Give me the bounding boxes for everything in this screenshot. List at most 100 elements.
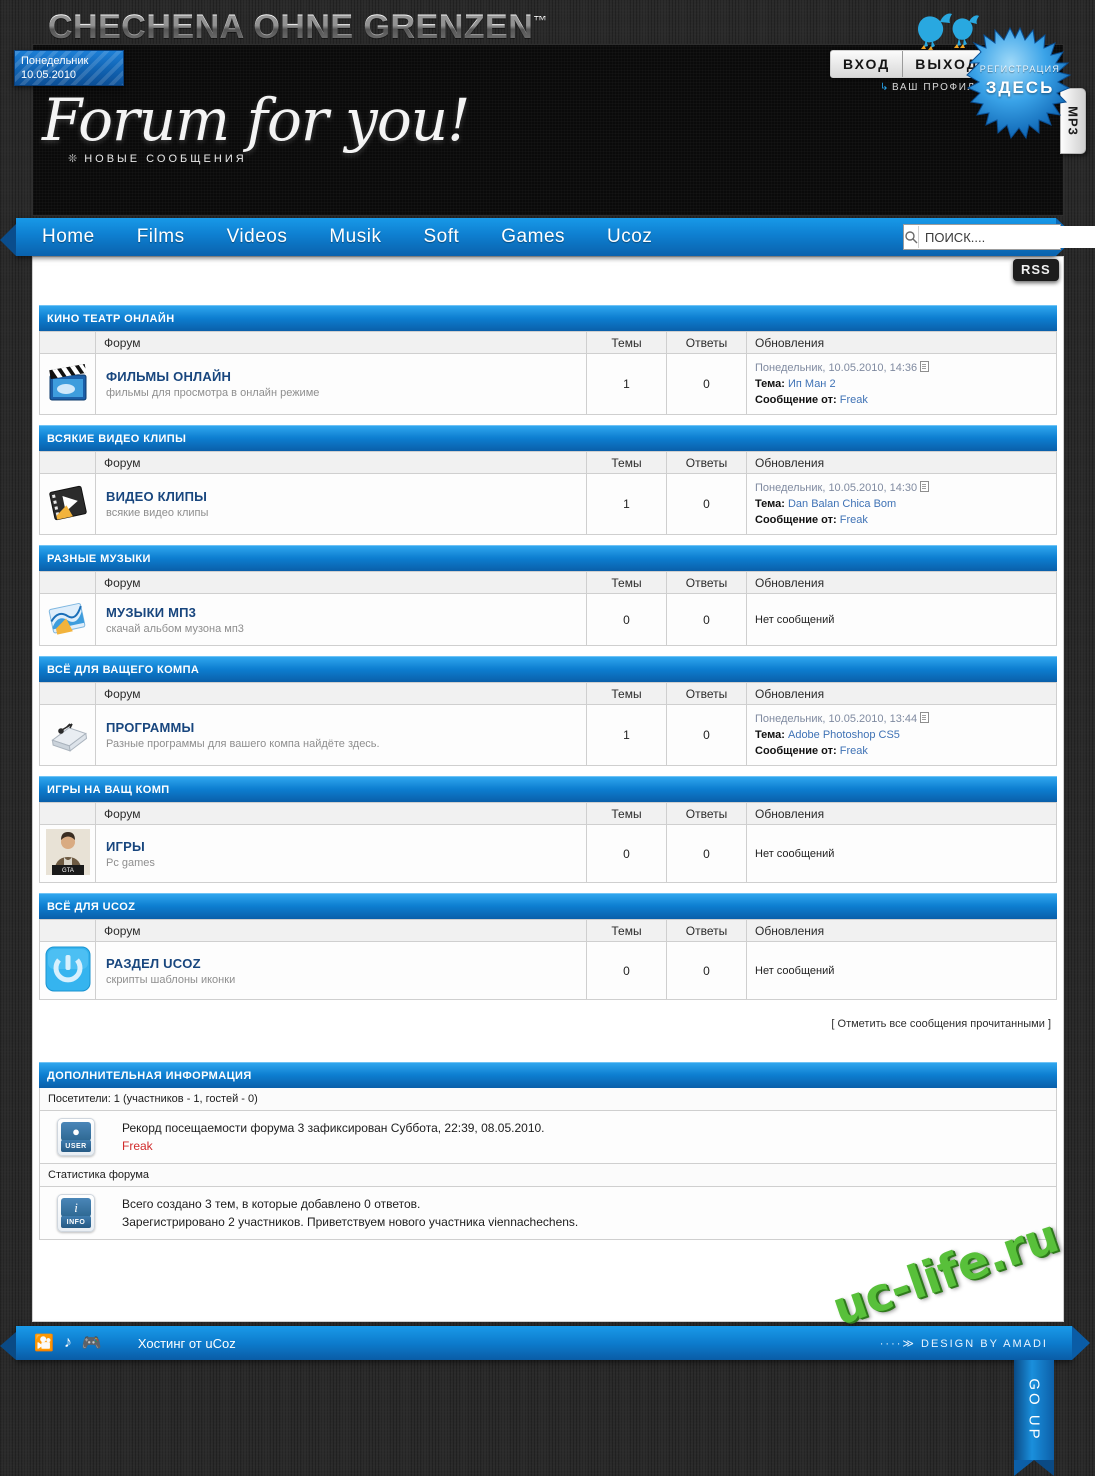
forum-title-link[interactable]: ВИДЕО КЛИПЫ [106, 489, 207, 504]
forum-title-link[interactable]: МУЗЫКИ МП3 [106, 605, 196, 620]
col-replies: Ответы [666, 451, 747, 474]
forum-title-link[interactable]: РАЗДЕЛ UCOZ [106, 956, 201, 971]
table-row: GTA ИГРЫ Pc games 0 0 Нет сообщений [39, 824, 1057, 883]
forum-info-cell: ФИЛЬМЫ ОНЛАЙН фильмы для просмотра в онл… [95, 353, 587, 415]
stats-line-2: Зарегистрировано 2 участников. Приветств… [122, 1215, 579, 1229]
record-user-link[interactable]: Freak [122, 1139, 153, 1153]
forum-description: всякие видео клипы [106, 507, 209, 519]
nav-item-games[interactable]: Games [493, 224, 573, 250]
gta-character-icon: GTA [45, 829, 90, 878]
new-messages-label: НОВЫЕ СООБЩЕНИЯ [84, 153, 247, 165]
register-button[interactable]: РЕГИСТРАЦИЯ ЗДЕСЬ [962, 26, 1078, 142]
update-topic-link[interactable]: Dan Balan Chica Bom [788, 498, 896, 510]
topics-count: 0 [586, 593, 667, 646]
forum-icon-cell [39, 941, 96, 1000]
content-area: КИНО ТЕАТР ОНЛАЙН Форум Темы Ответы Обно… [32, 256, 1064, 1322]
update-author-link[interactable]: Freak [840, 394, 868, 406]
document-icon [920, 361, 930, 372]
replies-count: 0 [666, 824, 747, 883]
new-messages-link[interactable]: ❊ НОВЫЕ СООБЩЕНИЯ [68, 152, 247, 165]
update-author-link[interactable]: Freak [840, 745, 868, 757]
topics-count: 0 [586, 941, 667, 1000]
design-label: DESIGN BY AMADI [921, 1337, 1048, 1350]
col-replies: Ответы [666, 331, 747, 354]
col-topics: Темы [586, 331, 667, 354]
nav-item-ucoz[interactable]: Ucoz [599, 224, 660, 250]
go-up-button[interactable]: GO UP [1014, 1360, 1054, 1476]
forum-list: КИНО ТЕАТР ОНЛАЙН Форум Темы Ответы Обно… [33, 257, 1063, 1240]
author-label: Сообщение от: [755, 394, 837, 406]
nav-item-soft[interactable]: Soft [415, 224, 467, 250]
category-title: КИНО ТЕАТР ОНЛАЙН [47, 312, 175, 325]
forum-info-cell: РАЗДЕЛ UCOZ скрипты шаблоны иконки [95, 941, 587, 1000]
mark-all-read-link[interactable]: [ Отметить все сообщения прочитанными ] [831, 1018, 1051, 1030]
topic-label: Тема: [755, 378, 785, 390]
last-update-cell: Понедельник, 10.05.2010, 14:30 Тема: Dan… [746, 473, 1057, 535]
nav-item-musik[interactable]: Musik [321, 224, 389, 250]
col-forum: Форум [95, 682, 587, 705]
search-box[interactable] [903, 224, 1095, 250]
film-icon[interactable]: 🎦 [34, 1333, 54, 1353]
date-badge: Понедельник 10.05.2010 [14, 50, 124, 86]
col-forum: Форум [95, 919, 587, 942]
forum-section: ИГРЫ НА ВАЩ КОМП Форум Темы Ответы Обнов… [39, 776, 1057, 883]
footer-icons: 🎦 ♪ 🎮 [34, 1333, 102, 1353]
forum-section: ВСЁ ДЛЯ UCOZ Форум Темы Ответы Обновлени… [39, 893, 1057, 1000]
col-replies: Ответы [666, 571, 747, 594]
stats-text: Всего создано 3 тем, в которые добавлено… [112, 1187, 588, 1239]
col-forum: Форум [95, 571, 587, 594]
forum-table: Форум Темы Ответы Обновления ФИЛЬМЫ ОНЛА… [39, 331, 1057, 415]
update-date: Понедельник, 10.05.2010, 14:36 [755, 362, 918, 374]
site-title-text: CHECHENA OHNE GRENZEN [48, 8, 534, 46]
category-title: ИГРЫ НА ВАЩ КОМП [47, 783, 170, 796]
col-forum: Форум [95, 451, 587, 474]
forum-section: КИНО ТЕАТР ОНЛАЙН Форум Темы Ответы Обно… [39, 305, 1057, 415]
login-button[interactable]: ВХОД [831, 51, 902, 77]
visitors-row: Посетители: 1 (участников - 1, гостей - … [39, 1088, 1057, 1111]
forum-title-link[interactable]: ПРОГРАММЫ [106, 720, 194, 735]
replies-count: 0 [666, 593, 747, 646]
nav-item-videos[interactable]: Videos [219, 224, 296, 250]
gamepad-icon[interactable]: 🎮 [82, 1333, 102, 1353]
forum-title-link[interactable]: ИГРЫ [106, 839, 145, 854]
table-header-row: Форум Темы Ответы Обновления [39, 802, 1057, 825]
category-title: ВСЯКИЕ ВИДЕО КЛИПЫ [47, 432, 187, 445]
forum-icon-cell [39, 353, 96, 415]
col-forum: Форум [95, 331, 587, 354]
nav-item-home[interactable]: Home [34, 224, 103, 250]
author-label: Сообщение от: [755, 514, 837, 526]
col-updates: Обновления [746, 802, 1057, 825]
category-title: ВСЁ ДЛЯ UCOZ [47, 900, 136, 913]
update-topic-link[interactable]: Adobe Photoshop CS5 [788, 729, 900, 741]
search-input[interactable] [918, 226, 1095, 248]
last-update-cell: Нет сообщений [746, 824, 1057, 883]
rss-button[interactable]: RSS [1013, 259, 1059, 281]
forum-description: скачай альбом музона мп3 [106, 622, 244, 635]
document-icon [920, 481, 930, 492]
hosting-link[interactable]: Хостинг от uCoz [138, 1336, 236, 1351]
bullet-icon: ❊ [68, 153, 81, 165]
category-header: ИГРЫ НА ВАЩ КОМП [39, 776, 1057, 802]
forum-description: фильмы для просмотра в онлайн режиме [106, 387, 320, 399]
no-messages-label: Нет сообщений [755, 847, 835, 860]
extra-info-header: ДОПОЛНИТЕЛЬНАЯ ИНФОРМАЦИЯ [39, 1062, 1057, 1088]
forum-info-cell: ВИДЕО КЛИПЫ всякие видео клипы [95, 473, 587, 535]
forum-section: РАЗНЫЕ МУЗЫКИ Форум Темы Ответы Обновлен… [39, 545, 1057, 646]
col-topics: Темы [586, 919, 667, 942]
update-topic-link[interactable]: Ип Ман 2 [788, 378, 836, 390]
video-film-icon [46, 485, 90, 526]
update-author-link[interactable]: Freak [840, 514, 868, 526]
music-note-icon[interactable]: ♪ [64, 1334, 72, 1352]
nav-items: Home Films Videos Musik Soft Games Ucoz [34, 218, 660, 256]
nav-item-films[interactable]: Films [129, 224, 193, 250]
col-replies: Ответы [666, 802, 747, 825]
table-header-row: Форум Темы Ответы Обновления [39, 682, 1057, 705]
col-updates: Обновления [746, 331, 1057, 354]
replies-count: 0 [666, 941, 747, 1000]
forum-title-link[interactable]: ФИЛЬМЫ ОНЛАЙН [106, 369, 231, 384]
category-title: РАЗНЫЕ МУЗЫКИ [47, 552, 151, 565]
update-date: Понедельник, 10.05.2010, 14:30 [755, 482, 918, 494]
col-replies: Ответы [666, 682, 747, 705]
no-messages-label: Нет сообщений [755, 613, 835, 626]
col-icon [39, 571, 96, 594]
